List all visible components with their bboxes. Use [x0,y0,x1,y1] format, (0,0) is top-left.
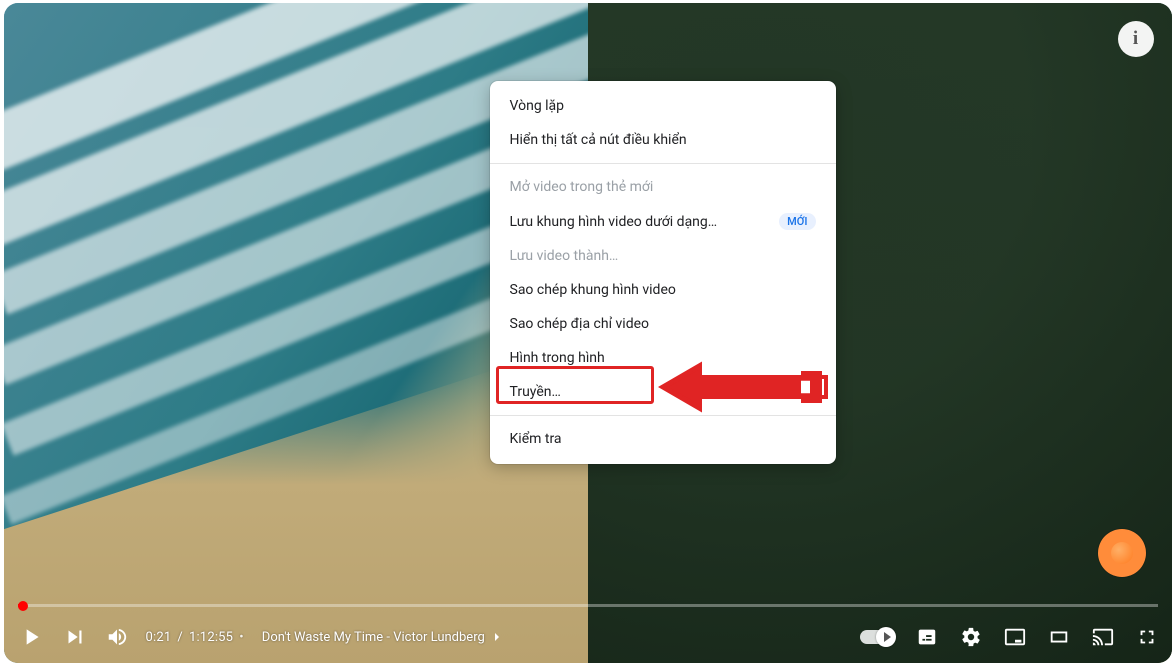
context-menu-item-label: Hình trong hình [510,350,605,366]
context-menu-item-label: Sao chép khung hình video [510,282,676,298]
progress-bar[interactable] [18,604,1158,607]
time-total: 1:12:55 [189,630,233,645]
context-menu-item: Mở video trong thẻ mới [490,170,836,204]
progress-thumb[interactable] [18,601,28,611]
context-menu-item-label: Kiểm tra [510,431,562,447]
controls-bar: 0:21 / 1:12:55 • Don't Waste My Time - V… [4,611,1172,663]
autoplay-toggle[interactable] [860,630,894,644]
theater-icon[interactable] [1048,626,1070,648]
time-current: 0:21 [146,630,172,645]
channel-avatar[interactable] [1098,529,1146,577]
chapter-title: Don't Waste My Time - Victor Lundberg [262,630,485,645]
fullscreen-icon[interactable] [1136,626,1158,648]
dot-separator: • [239,630,244,645]
context-menu-item[interactable]: Hình trong hình [490,341,836,375]
context-menu-item[interactable]: Lưu khung hình video dưới dạng… MỚI [490,204,836,239]
chapter-button[interactable]: Don't Waste My Time - Victor Lundberg [262,629,505,645]
context-menu-item[interactable]: Truyền… [490,375,836,409]
time-display: 0:21 / 1:12:55 • [146,630,244,645]
miniplayer-icon[interactable] [1004,626,1026,648]
context-menu-item[interactable]: Sao chép khung hình video [490,273,836,307]
info-icon[interactable]: i [1118,21,1154,57]
context-menu-item-label: Hiển thị tất cả nút điều khiển [510,132,687,148]
context-menu-item-label: Truyền… [510,384,561,400]
time-separator: / [177,630,183,645]
subtitles-icon[interactable] [916,626,938,648]
context-menu-item[interactable]: Hiển thị tất cả nút điều khiển [490,123,836,157]
context-menu-item[interactable]: Vòng lặp [490,89,836,123]
context-menu-item: Lưu video thành… [490,239,836,273]
context-menu-item-label: Sao chép địa chỉ video [510,316,650,332]
context-menu-divider [490,163,836,164]
context-menu-item[interactable]: Kiểm tra [490,422,836,456]
context-menu-item-label: Lưu khung hình video dưới dạng… [510,214,718,230]
cast-icon[interactable] [1092,626,1114,648]
volume-icon[interactable] [106,626,128,648]
context-menu: Vòng lặp Hiển thị tất cả nút điều khiển Mở… [490,81,836,464]
video-player[interactable]: i 0:21 / 1:12:55 • Don't Waste My Time -… [4,3,1172,663]
context-menu-item-label: Mở video trong thẻ mới [510,179,654,195]
chevron-right-icon [489,629,505,645]
context-menu-divider [490,415,836,416]
new-badge: MỚI [779,213,815,230]
context-menu-item-label: Lưu video thành… [510,248,619,264]
next-icon[interactable] [62,624,88,650]
play-icon[interactable] [18,624,44,650]
settings-icon[interactable] [960,626,982,648]
context-menu-item-label: Vòng lặp [510,98,565,114]
context-menu-item[interactable]: Sao chép địa chỉ video [490,307,836,341]
